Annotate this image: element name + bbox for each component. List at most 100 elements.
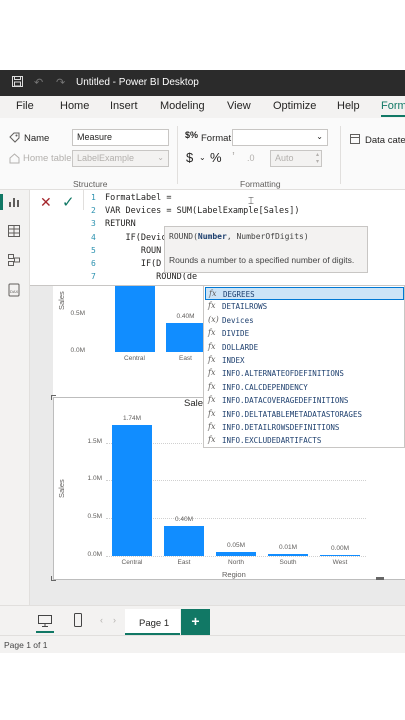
chevron-down-icon[interactable]: ⌄ — [199, 153, 206, 162]
y-tick-label: 0.5M — [87, 513, 102, 521]
autocomplete-item[interactable]: fx DETAILROWS — [205, 300, 404, 313]
data-label: 0.40M — [174, 515, 194, 523]
data-label: 0.01M — [278, 544, 298, 551]
autocomplete-item-label: INFO.EXCLUDEDARTIFACTS — [222, 436, 322, 446]
window-title: Untitled - Power BI Desktop — [76, 77, 199, 88]
next-page-icon[interactable]: › — [113, 615, 116, 625]
bar-central[interactable] — [112, 424, 152, 556]
function-icon: fx — [208, 408, 216, 418]
code-line: IF(Devic — [105, 232, 167, 243]
bar-east[interactable] — [165, 322, 206, 352]
decimal-decrease-icon[interactable]: .0 — [247, 153, 255, 163]
data-label: 0.00M — [330, 544, 350, 552]
autocomplete-item[interactable]: fx INFO.DETAILROWSDEFINITIONS — [205, 421, 404, 434]
data-category-label[interactable]: Data categ — [365, 135, 405, 146]
menu-format[interactable]: Form — [381, 100, 405, 112]
comma-button[interactable]: ’ — [232, 149, 235, 164]
formatting-group-label: Formatting — [240, 179, 281, 189]
autocomplete-item-label: INFO.DETAILROWSDEFINITIONS — [222, 423, 340, 432]
percent-button[interactable]: % — [210, 150, 222, 165]
bar-west[interactable] — [320, 554, 360, 556]
resize-handle[interactable] — [51, 395, 56, 400]
menu-help[interactable]: Help — [337, 100, 360, 112]
resize-handle[interactable] — [376, 577, 384, 580]
y-axis-title: Sales — [57, 479, 66, 498]
model-view-icon[interactable] — [8, 254, 22, 268]
menu-bar: File Home Insert Modeling View Optimize … — [0, 96, 405, 118]
function-icon: fx — [208, 381, 216, 391]
autocomplete-item[interactable]: fx INFO.CALCDEPENDENCY — [205, 381, 404, 394]
autocomplete-item-label: INDEX — [222, 356, 245, 365]
menu-file[interactable]: File — [16, 100, 34, 112]
y-tick-label: 0.0M — [70, 347, 85, 354]
line-number: 4 — [91, 232, 96, 242]
bar-north[interactable] — [216, 552, 256, 556]
function-icon: fx — [208, 328, 216, 338]
name-label: Name — [24, 133, 50, 144]
autocomplete-item[interactable]: fx INFO.EXCLUDEDARTIFACTS — [205, 434, 404, 447]
signature-rest: , NumberOfDigits) — [226, 232, 309, 241]
autocomplete-item-label: DIVIDE — [222, 329, 250, 339]
home-table-value: LabelExample — [77, 153, 135, 163]
view-rail: DAX — [0, 190, 30, 605]
signature-function: ROUND( — [169, 232, 198, 241]
report-view-icon[interactable] — [8, 196, 22, 210]
autocomplete-item-label: INFO.CALCDEPENDENCY — [222, 382, 308, 392]
dax-query-view-icon[interactable]: DAX — [8, 283, 22, 297]
bar-east[interactable] — [164, 525, 204, 556]
home-table-label: Home table — [23, 153, 72, 164]
menu-home[interactable]: Home — [60, 100, 89, 112]
page-tab[interactable]: Page 1 — [125, 609, 180, 635]
format-dropdown[interactable]: ⌄ — [232, 129, 328, 146]
menu-optimize[interactable]: Optimize — [273, 100, 316, 112]
table-view-icon[interactable] — [8, 225, 22, 239]
decimal-places-field[interactable]: Auto ▴ ▾ — [270, 150, 322, 167]
resize-handle[interactable] — [51, 576, 56, 581]
function-icon: fx — [208, 301, 216, 311]
add-page-button[interactable]: + — [181, 609, 210, 635]
page-tab-label: Page 1 — [139, 618, 170, 629]
home-table-dropdown[interactable]: LabelExample ⌄ — [72, 150, 169, 167]
line-number: 7 — [91, 272, 96, 282]
autocomplete-item[interactable]: fx INDEX — [205, 354, 404, 367]
svg-text:DAX: DAX — [10, 289, 19, 294]
function-description: Rounds a number to a specified number of… — [169, 255, 355, 265]
bar-south[interactable] — [268, 554, 308, 556]
y-tick-label: 0.5M — [70, 310, 85, 318]
autocomplete-item[interactable]: fx DIVIDE — [205, 327, 404, 340]
autocomplete-item-label: INFO.DATACOVERAGEDEFINITIONS — [222, 396, 349, 406]
structure-group-label: Structure — [73, 179, 108, 189]
undo-icon[interactable]: ↶ — [34, 76, 43, 89]
autocomplete-item[interactable]: fx INFO.DATACOVERAGEDEFINITIONS — [205, 394, 404, 407]
spinner-icon: ▴ ▾ — [315, 152, 319, 165]
desktop-layout-icon[interactable] — [38, 615, 52, 630]
autocomplete-item[interactable]: fx DOLLARDE — [205, 341, 404, 354]
name-field[interactable]: Measure — [72, 129, 169, 146]
active-view-indicator — [0, 194, 3, 210]
code-line: ROUN — [105, 245, 162, 256]
menu-insert[interactable]: Insert — [110, 100, 138, 112]
autocomplete-item[interactable]: fx DEGREES — [205, 287, 404, 301]
function-signature: ROUND(Number, NumberOfDigits) — [169, 232, 309, 241]
previous-page-icon[interactable]: ‹ — [100, 615, 103, 625]
redo-icon[interactable]: ↷ — [56, 76, 65, 89]
save-icon[interactable] — [12, 76, 23, 90]
x-tick-label: Central — [121, 559, 143, 566]
autocomplete-item[interactable]: fx INFO.DELTATABLEMETADATASTORAGES — [205, 408, 404, 421]
autocomplete-item-label: DETAILROWS — [222, 302, 268, 312]
menu-modeling[interactable]: Modeling — [160, 100, 205, 112]
commit-formula-icon[interactable]: ✓ — [62, 193, 75, 211]
chevron-down-icon: ⌄ — [316, 132, 323, 141]
autocomplete-item-label: Devices — [222, 315, 254, 325]
autocomplete-list[interactable]: fx DEGREES fx DETAILROWS (x) Devices fx DIVIDE f… — [203, 285, 405, 448]
cancel-formula-icon[interactable]: ✕ — [40, 194, 52, 211]
active-tab-underline — [381, 115, 405, 117]
text-cursor-icon: ⌶ — [248, 196, 254, 207]
autocomplete-item[interactable]: fx INFO.ALTERNATEOFDEFINITIONS — [205, 367, 404, 380]
data-label: 0.05M — [226, 542, 246, 550]
mobile-layout-icon[interactable] — [74, 613, 82, 630]
autocomplete-item[interactable]: (x) Devices — [205, 314, 404, 327]
menu-view[interactable]: View — [227, 100, 251, 112]
formula-divider — [83, 190, 84, 210]
currency-button[interactable]: $ — [186, 150, 193, 165]
